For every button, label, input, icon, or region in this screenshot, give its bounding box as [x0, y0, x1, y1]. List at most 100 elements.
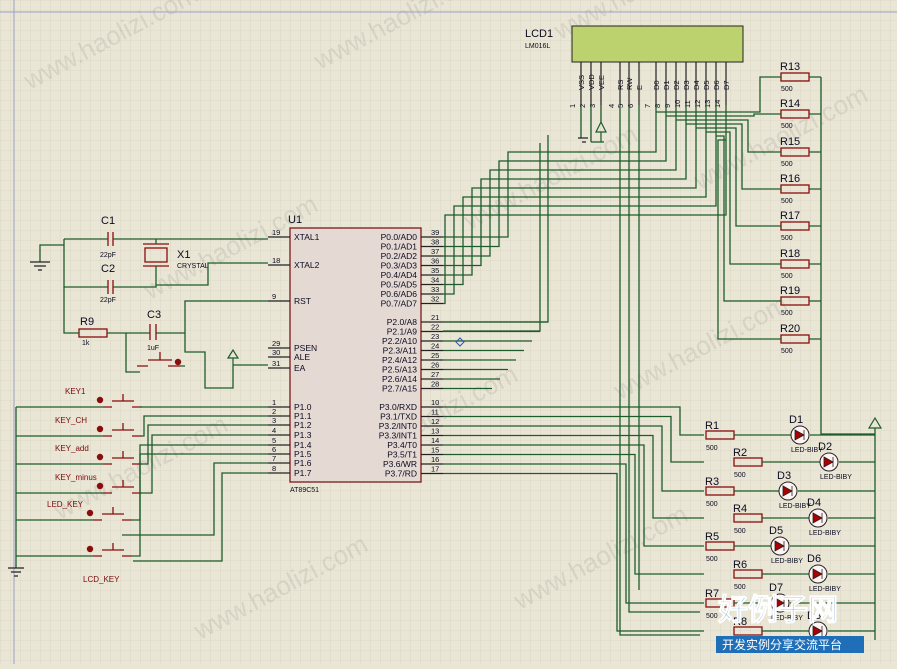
mcu-pin-number: 34 [431, 276, 439, 285]
lcd-pin-name: VEE [597, 75, 606, 90]
mcu-pin-name: P1.6 [294, 458, 312, 468]
mcu-pin-number: 19 [272, 228, 280, 237]
mcu-pin-name: P0.3/AD3 [381, 261, 418, 271]
mcu-pin-number: 2 [272, 407, 276, 416]
mcu-pin-number: 22 [431, 323, 439, 332]
mcu-pin-name: P1.2 [294, 420, 312, 430]
logo-text: 好例子网 [717, 594, 838, 627]
led-resistor-value: 500 [734, 584, 746, 591]
c2-value: 22pF [100, 297, 116, 304]
mcu-pin-number: 21 [431, 313, 439, 322]
mcu-u1[interactable]: U1 AT89C51 19 XTAL118 XTAL29 RST29 PSEN30 ALE… [268, 214, 443, 494]
c3-value: 1uF [147, 345, 159, 352]
pullup-value: 500 [781, 310, 793, 317]
led-resistor-value: 500 [706, 501, 718, 508]
mcu-pin-number: 7 [272, 454, 276, 463]
led-resistor-ref: R3 [705, 476, 719, 488]
mcu-pin-number: 8 [272, 464, 276, 473]
mcu-pin-name: XTAL2 [294, 260, 320, 270]
mcu-pin-number: 23 [431, 332, 439, 341]
led-value: LED-BIBY [820, 474, 852, 481]
lcd-pin-name: D5 [702, 80, 711, 90]
mcu-pin-name: P3.5/T1 [387, 450, 417, 460]
pullup-ref: R15 [780, 136, 800, 148]
mcu-pin-number: 39 [431, 228, 439, 237]
pullup-value: 500 [781, 235, 793, 242]
lcd-pin-number: 13 [703, 100, 712, 108]
lcd-pin-name: D6 [712, 80, 721, 90]
mcu-pin-number: 5 [272, 436, 276, 445]
key-label: LCD_KEY [83, 575, 120, 584]
mcu-pin-name: P2.2/A10 [382, 336, 417, 346]
lcd-pin-number: 2 [578, 104, 587, 108]
mcu-pin-number: 3 [272, 416, 276, 425]
key-switch-dot [96, 482, 104, 490]
lcd-pin-number: 9 [663, 104, 672, 108]
x1-ref: X1 [177, 249, 190, 261]
led-ref: D7 [769, 582, 783, 594]
lcd-pin-number: 7 [643, 104, 652, 108]
mcu-pin-number: 4 [272, 426, 276, 435]
led-resistor-value: 500 [734, 472, 746, 479]
lcd-pin-name: D0 [652, 80, 661, 90]
led-resistor-ref: R4 [733, 503, 747, 515]
mcu-pin-name: P3.1/TXD [380, 412, 417, 422]
r9-value: 1k [82, 340, 90, 347]
mcu-pin-number: 36 [431, 257, 439, 266]
led-resistor-value: 500 [734, 528, 746, 535]
lcd-pin-number: 4 [607, 104, 616, 108]
mcu-pin-number: 27 [431, 370, 439, 379]
schematic-sheet: www.haolizi.com www.haolizi.com www.haoliz… [0, 0, 897, 664]
lcd-pin-name: VSS [577, 75, 586, 90]
lcd-model: LM016L [525, 43, 550, 50]
lcd-pin-name: VDD [587, 74, 596, 90]
led-resistor-value: 500 [706, 613, 718, 620]
led-ref: D6 [807, 553, 821, 565]
x1-value: CRYSTAL [177, 263, 209, 270]
lcd-pin-name: RS [616, 80, 625, 90]
lcd-pin-name: D1 [662, 80, 671, 90]
key-label: LED_KEY [47, 500, 84, 509]
led-ref: D2 [818, 441, 832, 453]
mcu-pin-number: 14 [431, 436, 439, 445]
mcu-pin-number: 26 [431, 361, 439, 370]
mcu-pin-name: EA [294, 363, 306, 373]
c3-ref: C3 [147, 309, 161, 321]
mcu-pin-name: XTAL1 [294, 232, 320, 242]
pullup-value: 500 [781, 123, 793, 130]
lcd-pin-number: 8 [653, 104, 662, 108]
c2-ref: C2 [101, 263, 115, 275]
mcu-pin-name: P2.3/A11 [383, 346, 418, 356]
mcu-pin-number: 24 [431, 342, 439, 351]
led-resistor-ref: R5 [705, 531, 719, 543]
lcd-pin-number: 11 [683, 100, 692, 108]
mcu-pin-name: P3.6/WR [383, 459, 417, 469]
lcd-pin-name: RW [625, 77, 634, 90]
led-resistor-ref: R6 [733, 559, 747, 571]
mcu-pin-name: P3.3/INT1 [379, 431, 418, 441]
led-ref: D4 [807, 497, 821, 509]
mcu-pin-name: P2.7/A15 [382, 384, 417, 394]
pullup-ref: R16 [780, 173, 800, 185]
key-switch-dot [86, 509, 94, 517]
mcu-pin-number: 31 [272, 359, 280, 368]
mcu-pin-number: 28 [431, 380, 439, 389]
lcd-pin-name: D2 [672, 80, 681, 90]
mcu-pin-name: P2.5/A13 [382, 365, 417, 375]
led-ref: D5 [769, 525, 783, 537]
mcu-ref: U1 [288, 214, 302, 226]
led-resistor-value: 500 [706, 556, 718, 563]
mcu-pin-number: 18 [272, 256, 280, 265]
lcd-ref: LCD1 [525, 28, 553, 40]
led-ref: D1 [789, 414, 803, 426]
lcd-screen [571, 25, 744, 63]
mcu-pin-name: P0.4/AD4 [381, 270, 418, 280]
mcu-pin-number: 32 [431, 295, 439, 304]
mcu-pin-name: P0.7/AD7 [381, 299, 418, 309]
mcu-pin-name: P0.0/AD0 [381, 232, 418, 242]
led-value: LED-BIBY [809, 586, 841, 593]
mcu-pin-number: 35 [431, 266, 439, 275]
reset-button-dot [174, 358, 182, 366]
mcu-pin-number: 1 [272, 398, 276, 407]
c1-value: 22pF [100, 252, 116, 259]
